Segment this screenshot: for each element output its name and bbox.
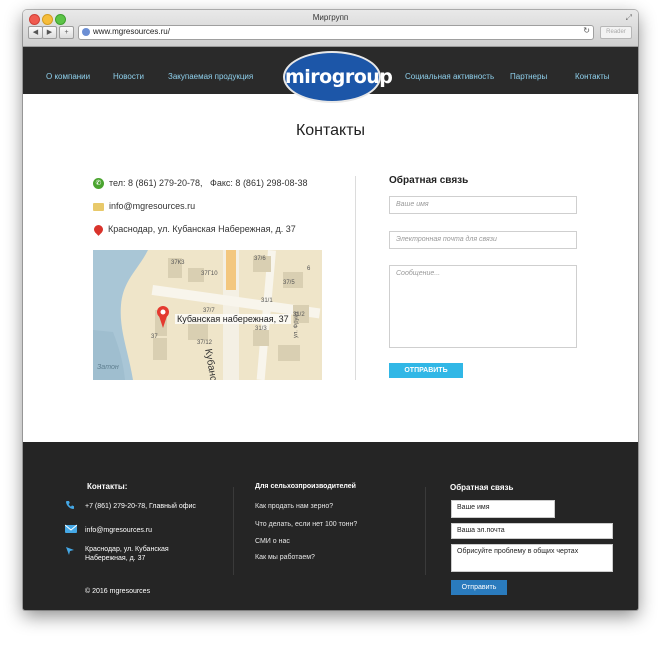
footer-link-no-100-tons[interactable]: Что делать, если нет 100 тонн?: [255, 521, 357, 528]
location-pin-icon: [92, 223, 105, 236]
footer-link-media[interactable]: СМИ о нас: [255, 538, 290, 545]
address-bar[interactable]: www.mgresources.ru/ ↻: [78, 25, 594, 40]
site-footer: Контакты: +7 (861) 279-20-78, Главный оф…: [23, 442, 638, 610]
footer-link-how-we-work[interactable]: Как мы работаем?: [255, 554, 315, 561]
map-building-label: 37: [151, 334, 158, 340]
footer-send-button[interactable]: Отправить: [451, 580, 507, 595]
map-building-label: 6: [307, 266, 311, 272]
map-building-label: 31/2: [293, 312, 305, 318]
content-divider: [355, 176, 356, 380]
footer-email-input[interactable]: Ваша эл.почта: [451, 523, 613, 539]
footer-email-text[interactable]: info@mgresources.ru: [85, 526, 152, 535]
nav-link-social[interactable]: Социальная активность: [405, 72, 494, 81]
site-logo[interactable]: mirogroup: [283, 51, 393, 103]
page-title: Контакты: [295, 122, 366, 139]
email-text[interactable]: info@mgresources.ru: [109, 201, 195, 211]
map[interactable]: Кубанская набережная, 37 Кубанская наб. …: [93, 250, 322, 380]
footer-divider: [233, 487, 234, 575]
nav-link-partners[interactable]: Партнеры: [510, 72, 547, 81]
map-building-label: 37Г10: [201, 271, 218, 277]
nav-link-contacts[interactable]: Контакты: [575, 72, 610, 81]
footer-copyright: © 2016 mgresources: [85, 588, 151, 595]
footer-address-line1: Краснодар, ул. Кубанская: [85, 546, 169, 553]
footer-contacts-title: Контакты:: [87, 482, 128, 491]
map-building-label: 37/12: [197, 340, 213, 346]
back-button[interactable]: ◀: [28, 26, 43, 39]
nav-link-about[interactable]: О компании: [46, 72, 90, 81]
phone-text: тел: 8 (861) 279-20-78,: [109, 178, 203, 188]
map-building-label: 37/7: [203, 308, 215, 314]
site-header: О компании Новости Закупаемая продукция …: [23, 47, 638, 103]
map-building-label: 31/1: [261, 298, 273, 304]
name-input[interactable]: Ваше имя: [389, 196, 577, 214]
browser-window: Миргрупп ⤢ ◀ ▶ + www.mgresources.ru/ ↻ R…: [23, 10, 638, 610]
map-address-label: Кубанская набережная, 37: [175, 314, 291, 324]
footer-link-sell-grain[interactable]: Как продать нам зерно?: [255, 503, 333, 510]
contact-address-row: Краснодар, ул. Кубанская Набережная, д. …: [92, 223, 296, 236]
map-area-label: Затон: [97, 364, 119, 371]
footer-address-line2: Набережная, д. 37: [85, 555, 146, 562]
url-text: www.mgresources.ru/: [93, 27, 170, 36]
add-tab-button[interactable]: +: [59, 26, 74, 39]
footer-message-textarea[interactable]: Обрисуйте проблему в общих чертах: [451, 544, 613, 572]
footer-mail-icon: [65, 524, 77, 533]
phone-icon: ✆: [93, 178, 104, 190]
browser-titlebar: Миргрупп ⤢ ◀ ▶ + www.mgresources.ru/ ↻ R…: [23, 10, 638, 47]
map-building-label: 37/6: [254, 256, 266, 262]
message-textarea[interactable]: Сообщение...: [389, 265, 577, 348]
window-title: Миргрупп: [312, 13, 349, 22]
footer-feedback-title: Обратная связь: [450, 483, 514, 492]
globe-icon: [82, 28, 90, 36]
email-input[interactable]: Электронная почта для связи: [389, 231, 577, 249]
map-building-label: 37/5: [283, 280, 295, 286]
map-building-label: 31/3: [255, 326, 267, 332]
reader-button[interactable]: Reader: [600, 26, 632, 39]
reload-icon[interactable]: ↻: [583, 26, 590, 35]
map-building-label: 37К3: [171, 260, 185, 266]
footer-divider: [425, 487, 426, 575]
send-button[interactable]: ОТПРАВИТЬ: [389, 363, 463, 378]
footer-location-icon: [66, 547, 74, 555]
feedback-title: Обратная связь: [389, 175, 469, 186]
mail-icon: [93, 202, 104, 211]
fax-text: Факс: 8 (861) 298-08-38: [210, 178, 308, 188]
nav-link-news[interactable]: Новости: [113, 72, 144, 81]
nav-link-products[interactable]: Закупаемая продукция: [168, 72, 253, 81]
footer-name-input[interactable]: Ваше имя: [451, 500, 555, 518]
footer-phone-icon: [66, 501, 74, 509]
address-text: Краснодар, ул. Кубанская Набережная, д. …: [108, 224, 296, 234]
forward-button[interactable]: ▶: [42, 26, 57, 39]
fullscreen-icon[interactable]: ⤢: [626, 13, 632, 23]
contact-phone-row: ✆ тел: 8 (861) 279-20-78, Факс: 8 (861) 2…: [93, 178, 308, 190]
contact-email-row: info@mgresources.ru: [93, 201, 195, 211]
footer-farmers-title: Для сельхозпроизводителей: [255, 483, 356, 490]
footer-phone-text: +7 (861) 279-20-78, Главный офис: [85, 503, 196, 510]
